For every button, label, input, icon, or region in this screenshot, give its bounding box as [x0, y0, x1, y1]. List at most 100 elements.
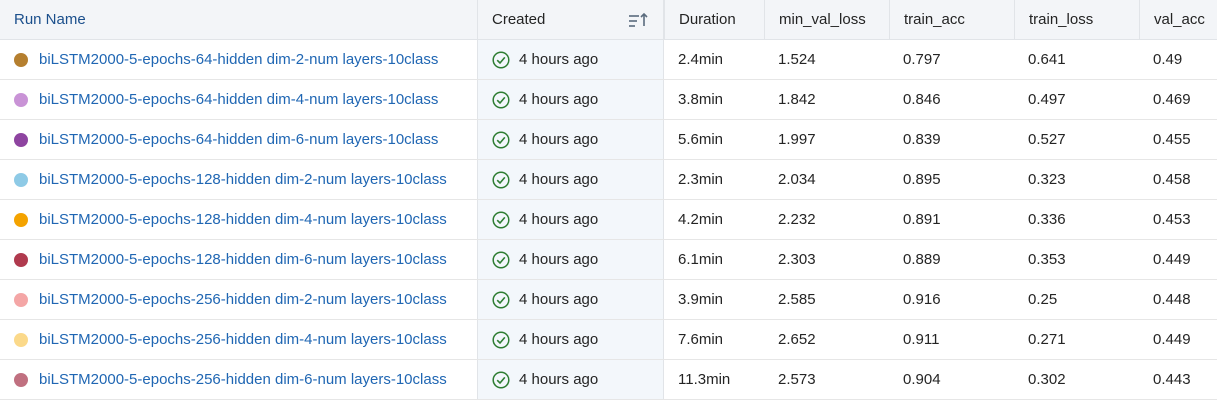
train-acc-value: 0.911: [903, 331, 940, 348]
created-text: 4 hours ago: [519, 251, 599, 268]
check-circle-icon: [492, 290, 510, 309]
run-color-dot: [14, 132, 28, 147]
created-cell: 4 hours ago: [477, 160, 664, 199]
run-name-link[interactable]: biLSTM2000-5-epochs-64-hidden dim-2-num …: [39, 51, 438, 68]
run-name-link[interactable]: biLSTM2000-5-epochs-256-hidden dim-6-num…: [39, 371, 447, 388]
run-name-link[interactable]: biLSTM2000-5-epochs-128-hidden dim-4-num…: [39, 211, 447, 228]
table-row[interactable]: biLSTM2000-5-epochs-256-hidden dim-2-num…: [0, 280, 1217, 320]
duration-value: 2.3min: [678, 171, 724, 188]
column-header-train-acc[interactable]: train_acc: [889, 0, 1014, 39]
train-acc-cell: 0.891: [889, 200, 1014, 239]
run-color-dot: [14, 212, 28, 227]
table-row[interactable]: biLSTM2000-5-epochs-64-hidden dim-4-num …: [0, 80, 1217, 120]
val-acc-cell: 0.49: [1139, 40, 1217, 79]
created-cell: 4 hours ago: [477, 200, 664, 239]
train-acc-value: 0.891: [903, 211, 941, 228]
duration-cell: 6.1min: [664, 240, 764, 279]
table-header: Run Name Created Duration min_val_loss t…: [0, 0, 1217, 40]
min-val-loss-cell: 1.524: [764, 40, 889, 79]
train-acc-value: 0.797: [903, 51, 941, 68]
val-acc-cell: 0.455: [1139, 120, 1217, 159]
duration-cell: 4.2min: [664, 200, 764, 239]
sort-ascending-icon[interactable]: [627, 11, 649, 29]
train-loss-value: 0.323: [1028, 171, 1066, 188]
check-circle-icon: [492, 90, 510, 109]
train-acc-value: 0.895: [903, 171, 941, 188]
run-name-link[interactable]: biLSTM2000-5-epochs-128-hidden dim-6-num…: [39, 251, 447, 268]
column-header-created[interactable]: Created: [477, 0, 664, 39]
min-val-loss-value: 2.652: [778, 331, 816, 348]
table-row[interactable]: biLSTM2000-5-epochs-128-hidden dim-6-num…: [0, 240, 1217, 280]
duration-cell: 5.6min: [664, 120, 764, 159]
table-body: biLSTM2000-5-epochs-64-hidden dim-2-num …: [0, 40, 1217, 400]
train-acc-cell: 0.911: [889, 320, 1014, 359]
created-cell: 4 hours ago: [477, 240, 664, 279]
table-row[interactable]: biLSTM2000-5-epochs-64-hidden dim-6-num …: [0, 120, 1217, 160]
table-row[interactable]: biLSTM2000-5-epochs-256-hidden dim-4-num…: [0, 320, 1217, 360]
column-header-label: Created: [492, 11, 546, 28]
run-name-link[interactable]: biLSTM2000-5-epochs-256-hidden dim-2-num…: [39, 291, 447, 308]
duration-value: 4.2min: [678, 211, 724, 228]
table-row[interactable]: biLSTM2000-5-epochs-128-hidden dim-2-num…: [0, 160, 1217, 200]
check-circle-icon: [492, 250, 510, 269]
created-cell: 4 hours ago: [477, 120, 664, 159]
column-header-label: Duration: [679, 11, 736, 28]
val-acc-value: 0.449: [1153, 251, 1191, 268]
duration-cell: 3.8min: [664, 80, 764, 119]
run-name-link[interactable]: biLSTM2000-5-epochs-128-hidden dim-2-num…: [39, 171, 447, 188]
min-val-loss-cell: 2.303: [764, 240, 889, 279]
run-name-link[interactable]: biLSTM2000-5-epochs-64-hidden dim-4-num …: [39, 91, 438, 108]
duration-value: 3.8min: [678, 91, 724, 108]
val-acc-cell: 0.458: [1139, 160, 1217, 199]
run-color-dot: [14, 292, 28, 307]
created-text: 4 hours ago: [519, 171, 599, 188]
train-loss-value: 0.641: [1028, 51, 1066, 68]
val-acc-value: 0.449: [1153, 331, 1191, 348]
train-acc-cell: 0.889: [889, 240, 1014, 279]
created-cell: 4 hours ago: [477, 360, 664, 399]
duration-cell: 2.3min: [664, 160, 764, 199]
min-val-loss-value: 2.303: [778, 251, 816, 268]
val-acc-value: 0.49: [1153, 51, 1183, 68]
duration-value: 3.9min: [678, 291, 724, 308]
column-header-val-acc[interactable]: val_acc: [1139, 0, 1217, 39]
val-acc-cell: 0.448: [1139, 280, 1217, 319]
duration-value: 7.6min: [678, 331, 724, 348]
run-name-link[interactable]: biLSTM2000-5-epochs-64-hidden dim-6-num …: [39, 131, 438, 148]
train-acc-cell: 0.895: [889, 160, 1014, 199]
min-val-loss-value: 1.842: [778, 91, 816, 108]
run-name-cell: biLSTM2000-5-epochs-64-hidden dim-2-num …: [0, 40, 477, 79]
min-val-loss-value: 2.573: [778, 371, 816, 388]
run-name-cell: biLSTM2000-5-epochs-128-hidden dim-4-num…: [0, 200, 477, 239]
min-val-loss-cell: 2.034: [764, 160, 889, 199]
train-loss-cell: 0.302: [1014, 360, 1139, 399]
table-row[interactable]: biLSTM2000-5-epochs-128-hidden dim-4-num…: [0, 200, 1217, 240]
column-header-duration[interactable]: Duration: [664, 0, 764, 39]
column-header-run-name[interactable]: Run Name: [0, 0, 477, 39]
created-text: 4 hours ago: [519, 211, 599, 228]
train-acc-value: 0.904: [903, 371, 941, 388]
val-acc-cell: 0.443: [1139, 360, 1217, 399]
table-row[interactable]: biLSTM2000-5-epochs-64-hidden dim-2-num …: [0, 40, 1217, 80]
train-acc-value: 0.846: [903, 91, 941, 108]
check-circle-icon: [492, 50, 510, 69]
run-color-dot: [14, 92, 28, 107]
duration-cell: 3.9min: [664, 280, 764, 319]
run-name-link[interactable]: biLSTM2000-5-epochs-256-hidden dim-4-num…: [39, 331, 447, 348]
run-name-cell: biLSTM2000-5-epochs-128-hidden dim-2-num…: [0, 160, 477, 199]
val-acc-value: 0.469: [1153, 91, 1191, 108]
min-val-loss-cell: 2.232: [764, 200, 889, 239]
duration-cell: 11.3min: [664, 360, 764, 399]
column-header-train-loss[interactable]: train_loss: [1014, 0, 1139, 39]
train-loss-value: 0.353: [1028, 251, 1066, 268]
created-text: 4 hours ago: [519, 291, 599, 308]
column-header-label: Run Name: [14, 11, 86, 28]
train-acc-value: 0.889: [903, 251, 941, 268]
created-cell: 4 hours ago: [477, 80, 664, 119]
train-acc-cell: 0.797: [889, 40, 1014, 79]
min-val-loss-cell: 2.573: [764, 360, 889, 399]
train-loss-cell: 0.497: [1014, 80, 1139, 119]
column-header-min-val-loss[interactable]: min_val_loss: [764, 0, 889, 39]
table-row[interactable]: biLSTM2000-5-epochs-256-hidden dim-6-num…: [0, 360, 1217, 400]
val-acc-cell: 0.469: [1139, 80, 1217, 119]
